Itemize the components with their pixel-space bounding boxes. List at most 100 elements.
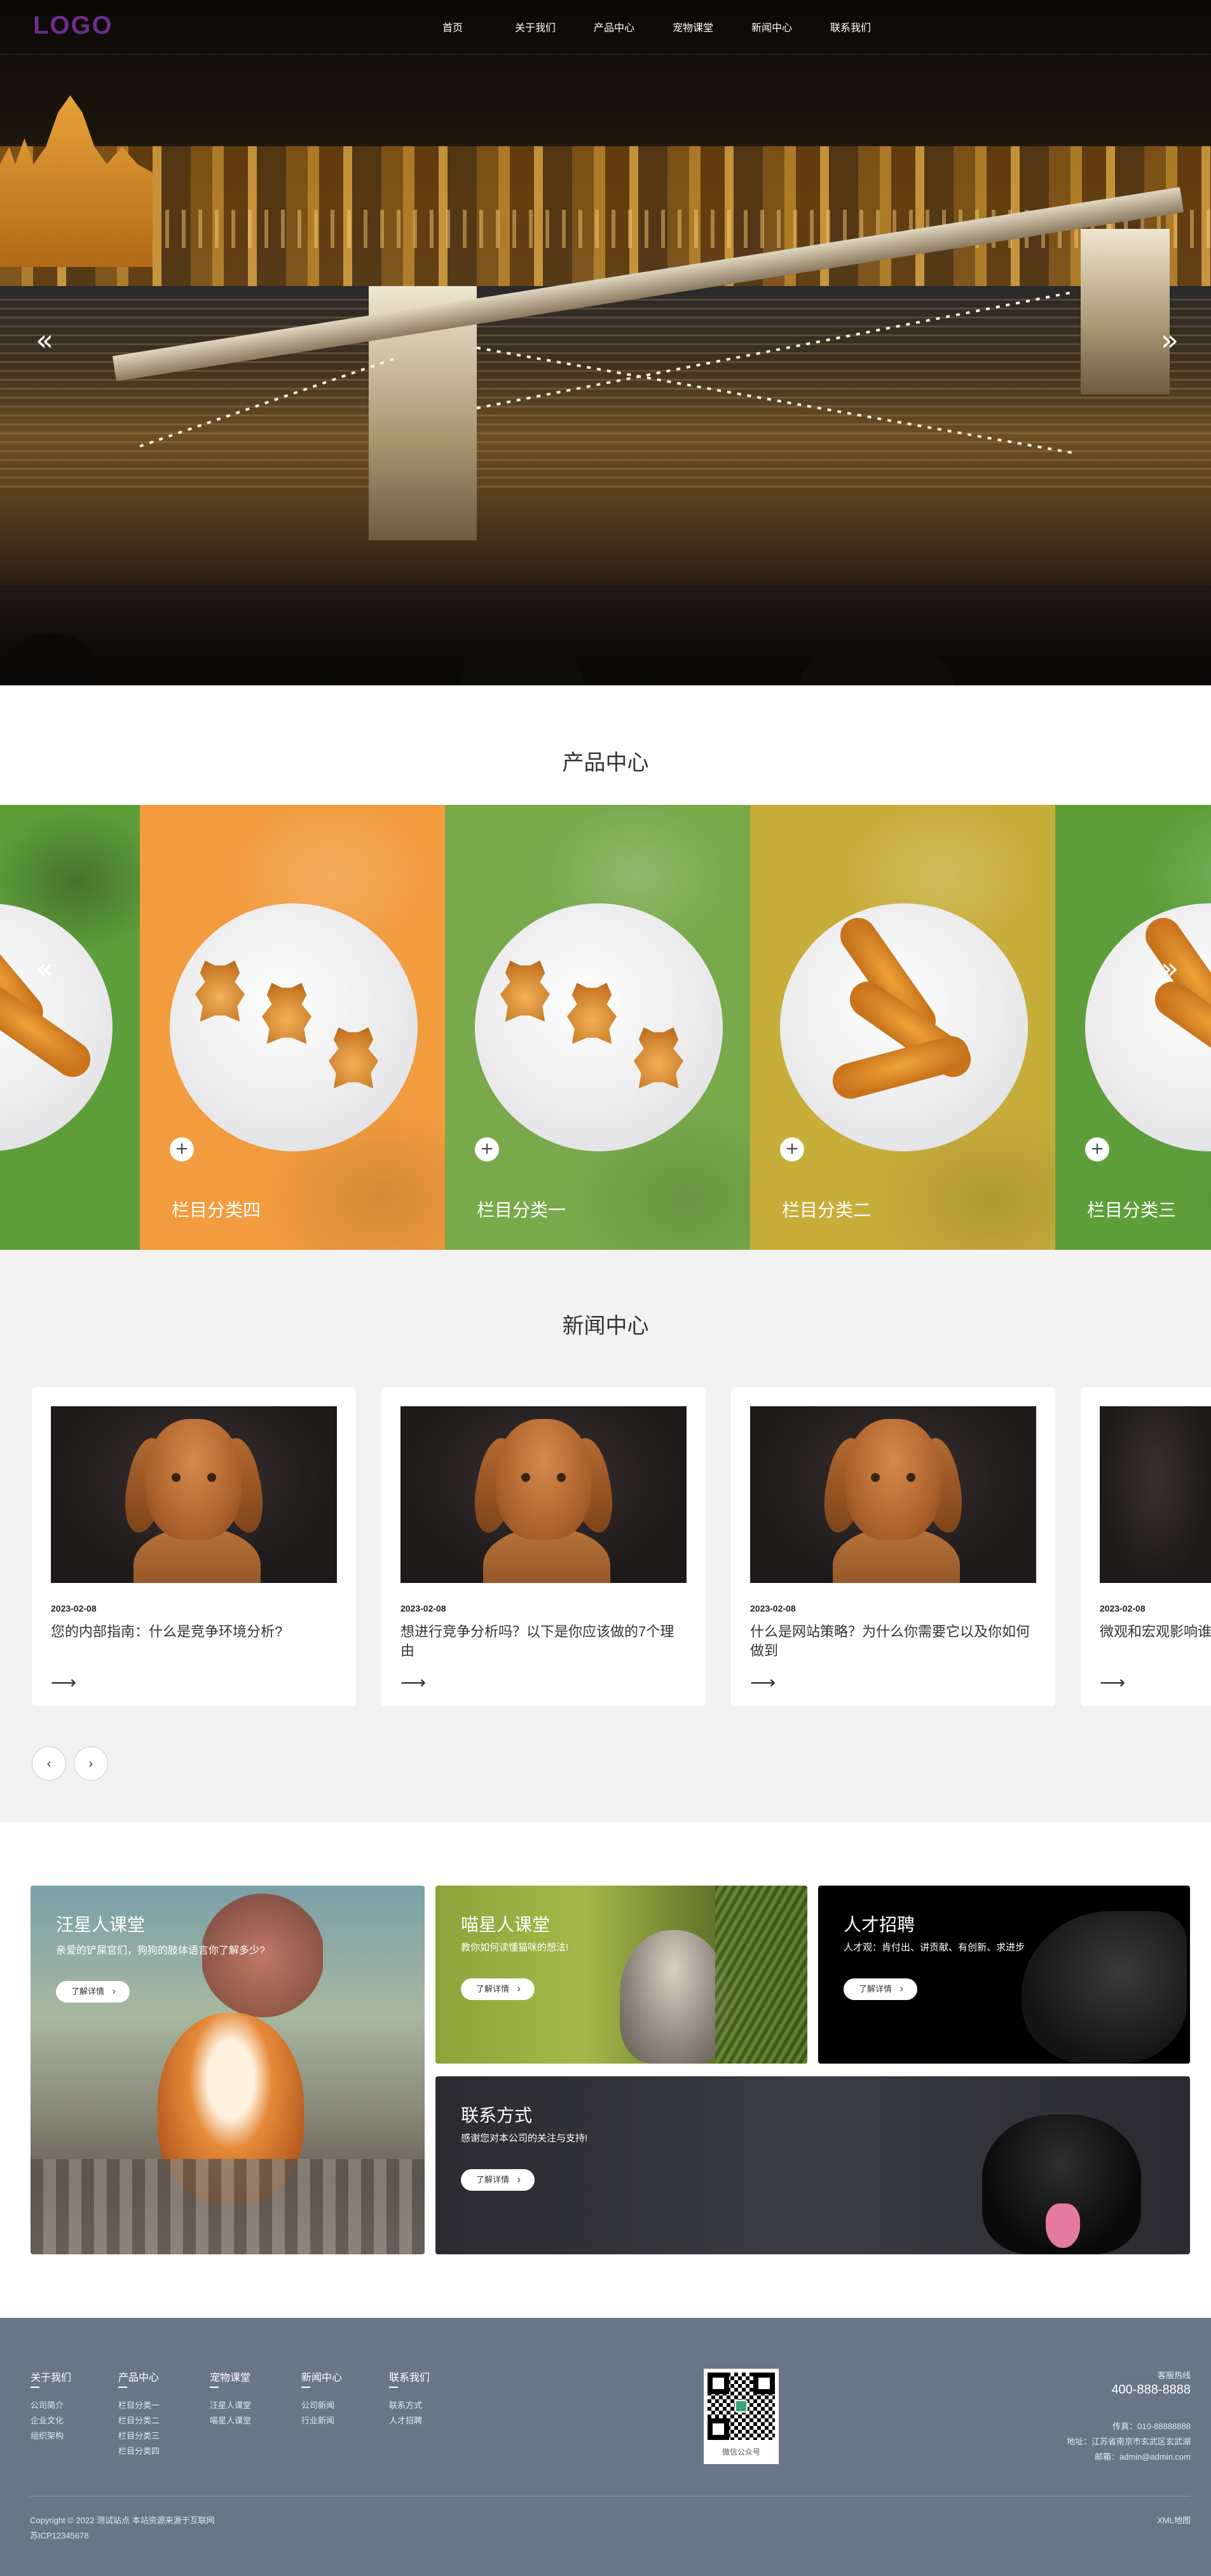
feature-desc: 人才观：肯付出、讲贡献、有创新、求进步 xyxy=(844,1942,1025,1953)
footer-col-heading[interactable]: 宠物课堂 xyxy=(210,2369,251,2384)
product-plus-icon[interactable]: + xyxy=(780,1137,804,1161)
nav-news[interactable]: 新闻中心 xyxy=(732,19,811,34)
nav-contact[interactable]: 联系我们 xyxy=(811,19,890,34)
footer-link[interactable]: 公司新闻 xyxy=(301,2398,342,2413)
news-title[interactable]: 想进行竞争分析吗？以下是你应该做的7个理由 xyxy=(400,1622,687,1661)
news-date: 2023-02-08 xyxy=(1100,1603,1146,1613)
product-card[interactable]: + 栏目分类一 xyxy=(445,805,750,1250)
product-card-label: 栏目分类一 xyxy=(477,1200,566,1220)
footer-link[interactable]: 栏目分类四 xyxy=(118,2444,160,2459)
product-plate xyxy=(780,903,1028,1151)
feature-title: 喵星人课堂 xyxy=(461,1915,551,1935)
footer-link[interactable]: 汪星人课堂 xyxy=(210,2398,251,2413)
feature-cat xyxy=(620,1930,728,2064)
footer-link[interactable]: 栏目分类二 xyxy=(118,2413,160,2429)
product-card[interactable]: + 栏目分类四 xyxy=(140,805,445,1250)
product-card[interactable]: + 栏目分类三 xyxy=(1055,805,1211,1250)
footer-col-heading[interactable]: 联系我们 xyxy=(389,2369,430,2384)
product-plus-icon[interactable]: + xyxy=(475,1137,499,1161)
hero-banner xyxy=(0,0,1211,685)
products-next-arrow-icon[interactable]: » xyxy=(1161,954,1179,983)
news-next-button[interactable]: › xyxy=(74,1746,108,1781)
feature-black-dog xyxy=(1022,1911,1187,2064)
news-title[interactable]: 您的内部指南：什么是竞争环境分析? xyxy=(51,1622,337,1641)
footer-sitemap-link[interactable]: XML地图 xyxy=(1157,2514,1191,2526)
footer-icp[interactable]: 苏ICP12345678 xyxy=(30,2529,89,2541)
footer-col-heading[interactable]: 新闻中心 xyxy=(301,2369,342,2384)
product-card[interactable]: + 栏目分类二 xyxy=(750,805,1055,1250)
footer-link[interactable]: 人才招聘 xyxy=(389,2413,430,2429)
hotline-number: 400-888-8888 xyxy=(1111,2383,1191,2397)
news-date: 2023-02-08 xyxy=(51,1603,97,1613)
footer-link[interactable]: 公司简介 xyxy=(31,2398,71,2413)
feature-title: 汪星人课堂 xyxy=(56,1915,146,1935)
footer-link[interactable]: 组织架构 xyxy=(31,2429,71,2444)
learn-more-button[interactable]: 了解详情 xyxy=(56,1981,130,2003)
footer-link[interactable]: 栏目分类一 xyxy=(118,2398,160,2413)
feature-contact[interactable]: 联系方式 感谢您对本公司的关注与支持! 了解详情 xyxy=(435,2076,1190,2254)
product-card-partial-left[interactable] xyxy=(0,805,140,1250)
footer-link[interactable]: 联系方式 xyxy=(389,2398,430,2413)
feature-desc: 教你如何读懂猫咪的想法! xyxy=(461,1942,569,1953)
footer-email: 邮箱：admin@admin.com xyxy=(1094,2452,1191,2462)
feature-dog-tongue-detail xyxy=(1046,2203,1080,2248)
product-card-label: 栏目分类三 xyxy=(1087,1200,1177,1220)
footer-link[interactable]: 行业新闻 xyxy=(301,2413,342,2429)
news-photo xyxy=(1100,1406,1211,1583)
product-plus-icon[interactable]: + xyxy=(170,1137,194,1161)
feature-title: 人才招聘 xyxy=(844,1915,915,1935)
site-footer xyxy=(0,2318,1211,2576)
news-date: 2023-02-08 xyxy=(400,1603,446,1613)
nav-products[interactable]: 产品中心 xyxy=(575,19,653,34)
news-photo xyxy=(400,1406,687,1583)
arrow-right-icon[interactable]: ⟶ xyxy=(1100,1672,1125,1693)
footer-col-heading[interactable]: 关于我们 xyxy=(31,2369,71,2384)
main-nav: 首页 关于我们 产品中心 宠物课堂 新闻中心 联系我们 xyxy=(439,19,890,34)
arrow-right-icon[interactable]: ⟶ xyxy=(400,1672,426,1693)
feature-desc: 感谢您对本公司的关注与支持! xyxy=(461,2133,588,2144)
footer-col-heading[interactable]: 产品中心 xyxy=(118,2369,160,2384)
news-card[interactable]: 2023-02-08 什么是网站策略？为什么你需要它以及你如何做到 ⟶ xyxy=(731,1387,1055,1706)
news-card[interactable]: 2023-02-08 想进行竞争分析吗？以下是你应该做的7个理由 ⟶ xyxy=(381,1387,706,1706)
learn-more-button[interactable]: 了解详情 xyxy=(461,1978,535,2000)
hero-bridge-tower-right xyxy=(1081,229,1170,394)
site-logo[interactable]: LOGO xyxy=(33,11,113,40)
feature-cat-class[interactable]: 喵星人课堂 教你如何读懂猫咪的想法! 了解详情 xyxy=(435,1886,807,2064)
hero-next-arrow-icon[interactable]: » xyxy=(1161,325,1179,355)
footer-col-pet-class: 宠物课堂 汪星人课堂 喵星人课堂 xyxy=(210,2369,251,2429)
news-prev-button[interactable]: ‹ xyxy=(32,1746,66,1781)
product-card-label: 栏目分类二 xyxy=(782,1200,872,1220)
nav-home[interactable]: 首页 xyxy=(439,19,467,34)
nav-about[interactable]: 关于我们 xyxy=(496,19,575,34)
news-card[interactable]: 2023-02-08 您的内部指南：什么是竞争环境分析? ⟶ xyxy=(32,1387,356,1706)
footer-divider xyxy=(30,2496,1191,2497)
footer-link[interactable]: 喵星人课堂 xyxy=(210,2413,251,2429)
feature-dog-class[interactable]: 汪星人课堂 亲爱的铲屎官们，狗狗的肢体语言你了解多少? 了解详情 xyxy=(31,1886,425,2254)
footer-copyright: Copyright © 2022 测试站点 本站资源来源于互联网 xyxy=(30,2516,215,2525)
feature-title: 联系方式 xyxy=(461,2106,533,2125)
news-photo xyxy=(51,1406,337,1583)
news-card-partial[interactable]: 2023-02-08 微观和宏观影响谁 ⟶ xyxy=(1081,1387,1211,1706)
wechat-qr-code: 微信公众号 xyxy=(704,2369,779,2464)
learn-more-button[interactable]: 了解详情 xyxy=(461,2169,535,2191)
feature-tracks xyxy=(31,2159,425,2254)
news-title[interactable]: 微观和宏观影响谁 xyxy=(1100,1622,1211,1641)
hero-reflections xyxy=(0,299,1211,490)
feature-recruitment[interactable]: 人才招聘 人才观：肯付出、讲贡献、有创新、求进步 了解详情 xyxy=(818,1886,1190,2064)
nav-pet-class[interactable]: 宠物课堂 xyxy=(653,19,732,34)
product-plus-icon[interactable]: + xyxy=(1085,1137,1109,1161)
feature-pine xyxy=(715,1886,807,2064)
qr-code-icon xyxy=(708,2373,775,2440)
arrow-right-icon[interactable]: ⟶ xyxy=(750,1672,776,1693)
product-plate xyxy=(170,903,418,1151)
news-title[interactable]: 什么是网站策略？为什么你需要它以及你如何做到 xyxy=(750,1622,1036,1661)
footer-fax: 传真：010-88888888 xyxy=(1112,2422,1191,2431)
products-prev-arrow-icon[interactable]: « xyxy=(36,954,53,983)
learn-more-button[interactable]: 了解详情 xyxy=(844,1978,917,2000)
footer-col-about: 关于我们 公司简介 企业文化 组织架构 xyxy=(31,2369,71,2444)
hero-prev-arrow-icon[interactable]: « xyxy=(36,325,53,355)
arrow-right-icon[interactable]: ⟶ xyxy=(51,1672,76,1693)
products-section-title: 产品中心 xyxy=(562,751,649,775)
footer-link[interactable]: 栏目分类三 xyxy=(118,2429,160,2444)
footer-link[interactable]: 企业文化 xyxy=(31,2413,71,2429)
